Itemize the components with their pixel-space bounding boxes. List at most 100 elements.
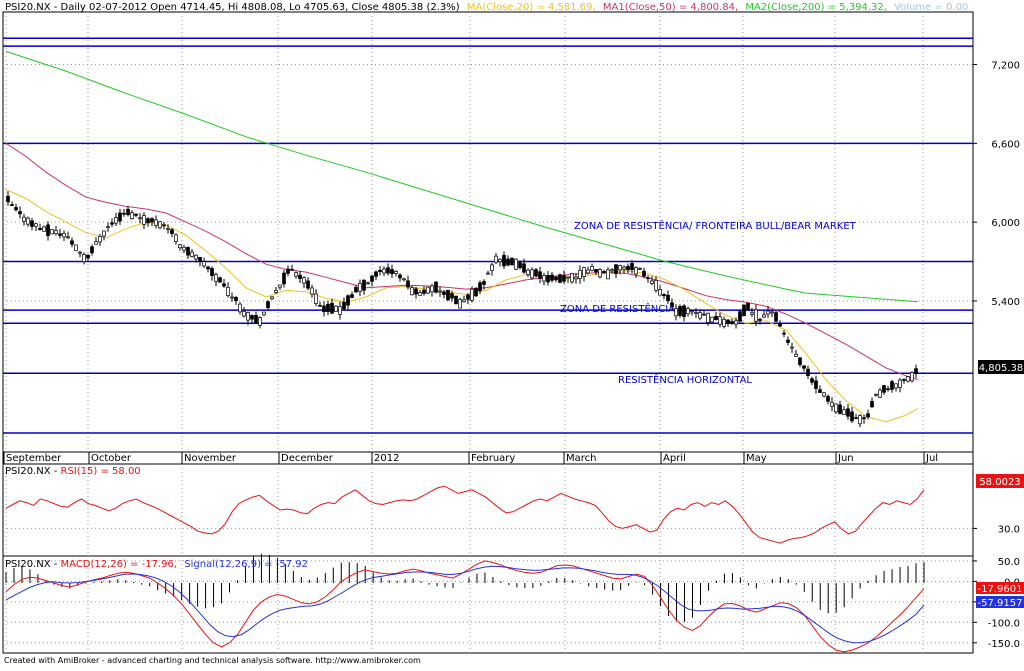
candle-body [302,277,306,284]
candle-body [874,393,878,396]
candle-body [202,261,206,267]
candle-body [86,254,90,259]
candle-body [318,305,322,307]
candle-body [790,346,794,349]
candle-body [606,269,610,280]
candle-body [106,226,110,229]
candle-body [178,244,182,249]
candle-body [518,262,522,269]
macd-header: PSI20.NX - MACD(12,26) = -17.96, Signal(… [5,559,308,570]
candle-body [306,280,310,289]
price-header-ma50: MA1(Close,50) = 4,800.84, [603,2,738,13]
candle-body [434,281,438,293]
candle-body [826,395,830,402]
candle-body [870,401,874,408]
candle-body [294,272,298,277]
candle-body [542,275,546,282]
candle-body [750,312,754,315]
candle-body [330,302,334,314]
annotation-resistance-zone: ZONA DE RESISTÊNCIA [560,302,675,315]
candle-body [486,272,490,275]
candle-body [26,217,30,225]
candle-body [694,312,698,314]
candle-body [814,380,818,389]
candle-body [586,269,590,274]
candle-body [882,385,886,393]
candle-body [746,302,750,311]
candle-body [366,282,370,285]
rsi-last-value-label: 58.0023 [979,477,1020,488]
candle-body [682,305,686,317]
candle-body [498,258,502,262]
candle-body [890,381,894,390]
time-axis-label: May [746,453,767,464]
candle-body [286,268,290,274]
candle-body [602,271,606,274]
rsi-header-symbol: PSI20.NX - [5,466,61,477]
candle-body [618,265,622,271]
candle-body [854,417,858,420]
candle-body [494,255,498,263]
candle-body [190,251,194,257]
candle-body [766,310,770,315]
candle-body [646,277,650,280]
candle-body [506,258,510,266]
candle-body [886,388,890,391]
candle-body [706,312,710,323]
candle-body [754,309,758,322]
candle-body [394,270,398,274]
candle-body [538,271,542,279]
macd-header-symbol: PSI20.NX - [5,559,61,570]
candle-body [774,312,778,322]
candle-body [862,417,866,420]
candle-body [34,223,38,227]
candle-body [798,357,802,365]
time-axis-label: March [566,453,596,464]
candle-body [454,295,458,305]
annotation-horizontal-resistance: RESISTÊNCIA HORIZONTAL [618,373,752,386]
candle-body [546,275,550,283]
candle-body [90,246,94,254]
candle-body [726,319,730,324]
candle-body [502,255,506,267]
candle-body [346,295,350,306]
candle-body [390,269,394,275]
candle-body [246,312,250,321]
candle-body [398,274,402,279]
candle-body [642,270,646,277]
candle-body [550,274,554,281]
candle-body [846,408,850,417]
macd-last-value-label: -17.9601 [978,584,1023,595]
candle-body [250,315,254,320]
candle-body [734,320,738,325]
candle-body [610,269,614,272]
candle-body [50,229,54,235]
price-header-ma20: MA(Close,20) = 4,581.69, [467,2,596,13]
candle-body [834,403,838,413]
candle-body [722,319,726,327]
candle-body [678,306,682,316]
candle-body [462,299,466,303]
candle-body [70,240,74,245]
candle-body [810,378,814,383]
price-header-ma200: MA2(Close,200) = 5,394.32, [745,2,887,13]
candle-body [914,368,918,374]
candle-body [470,288,474,301]
candle-body [118,212,122,222]
candle-body [378,270,382,273]
candle-body [662,294,666,297]
candle-body [350,294,354,298]
macd-tick-label: -150.0 [988,639,1020,650]
candle-body [770,311,774,314]
candle-body [238,303,242,313]
candle-body [134,213,138,216]
candle-body [230,296,234,299]
candle-body [850,411,854,422]
candle-body [198,256,202,262]
time-axis-label: Jun [837,453,854,464]
candle-body [14,207,18,211]
price-tick-label: 6,600 [991,139,1020,150]
candle-body [702,313,706,316]
candle-body [146,218,150,224]
candle-body [842,409,846,416]
